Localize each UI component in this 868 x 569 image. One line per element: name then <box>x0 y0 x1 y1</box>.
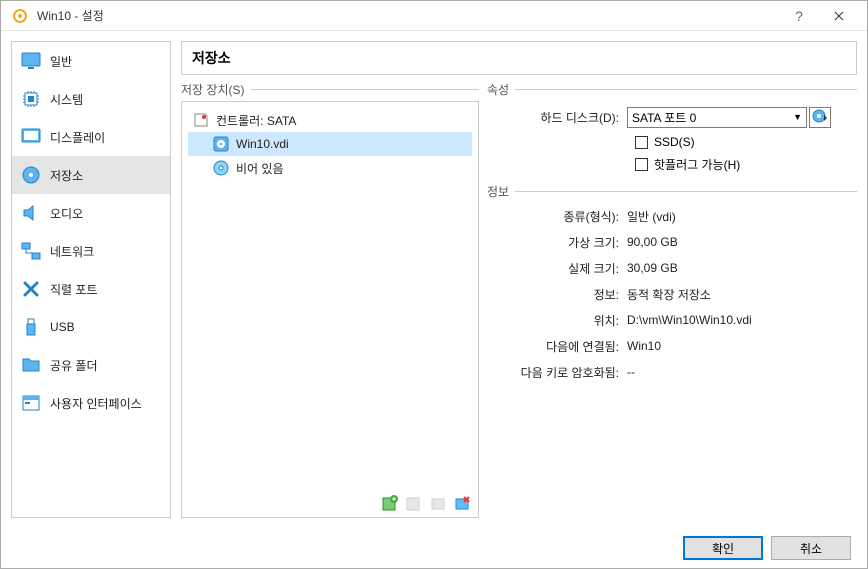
sidebar-item-network[interactable]: 네트워크 <box>12 232 170 270</box>
panel-header-attrs: 속성 <box>487 81 857 97</box>
storage-toolbar <box>380 493 472 513</box>
chip-icon <box>20 89 42 109</box>
sidebar-item-ui[interactable]: 사용자 인터페이스 <box>12 384 170 422</box>
cd-icon <box>212 159 230 177</box>
realsize-value: 30,09 GB <box>627 261 857 275</box>
content-area: 일반 시스템 디스플레이 저장소 오디오 네트워크 직렬 포트 USB <box>1 31 867 528</box>
info-section-header: 정보 <box>487 183 857 200</box>
sidebar-item-label: 오디오 <box>50 205 83 222</box>
close-button[interactable] <box>819 2 859 30</box>
type-value: 일반 (vdi) <box>627 208 857 225</box>
hotplug-label: 핫플러그 가능(H) <box>654 156 740 173</box>
remove-attachment-button[interactable] <box>452 493 472 513</box>
sidebar-item-audio[interactable]: 오디오 <box>12 194 170 232</box>
screen-icon <box>20 127 42 147</box>
attached-value: Win10 <box>627 339 857 353</box>
monitor-icon <box>20 51 42 71</box>
disk-chooser-button[interactable] <box>809 107 831 128</box>
main-panel: 저장소 저장 장치(S) 컨트롤러: SATA Win10.vdi <box>181 41 857 518</box>
select-value: SATA 포트 0 <box>632 109 696 126</box>
panel-header-label: 저장 장치(S) <box>181 83 251 97</box>
storage-devices-panel: 저장 장치(S) 컨트롤러: SATA Win10.vdi 비어 있음 <box>181 81 479 518</box>
hotplug-checkbox[interactable] <box>635 158 648 171</box>
network-icon <box>20 241 42 261</box>
hdd-icon <box>212 135 230 153</box>
loc-label: 위치: <box>487 312 627 329</box>
sidebar-item-general[interactable]: 일반 <box>12 42 170 80</box>
attached-label: 다음에 연결됨: <box>487 338 627 355</box>
sidebar-item-label: 저장소 <box>50 167 83 184</box>
loc-value: D:\vm\Win10\Win10.vdi <box>627 313 857 327</box>
info-value: 동적 확장 저장소 <box>627 286 857 303</box>
panel-header-label: 속성 <box>487 83 515 97</box>
tree-label: 비어 있음 <box>236 160 284 177</box>
sidebar-item-label: 디스플레이 <box>50 129 105 146</box>
encrypted-value: -- <box>627 365 857 379</box>
attributes-panel: 속성 하드 디스크(D): SATA 포트 0 ▼ <box>487 81 857 518</box>
tree-empty-row[interactable]: 비어 있음 <box>188 156 472 180</box>
serial-icon <box>20 279 42 299</box>
sidebar-item-shared[interactable]: 공유 폴더 <box>12 346 170 384</box>
folder-icon <box>20 355 42 375</box>
ssd-label: SSD(S) <box>654 135 695 149</box>
tree-controller-row[interactable]: 컨트롤러: SATA <box>188 108 472 132</box>
sidebar-item-label: 직렬 포트 <box>50 281 98 298</box>
sata-controller-icon <box>192 111 210 129</box>
virtsize-value: 90,00 GB <box>627 235 857 249</box>
tree-label: Win10.vdi <box>236 137 289 151</box>
panel-header-devices: 저장 장치(S) <box>181 81 479 97</box>
titlebar: Win10 - 설정 ? <box>1 1 867 31</box>
virtsize-label: 가상 크기: <box>487 234 627 251</box>
usb-icon <box>20 317 42 337</box>
sidebar-item-serial[interactable]: 직렬 포트 <box>12 270 170 308</box>
category-sidebar: 일반 시스템 디스플레이 저장소 오디오 네트워크 직렬 포트 USB <box>11 41 171 518</box>
sidebar-item-label: 일반 <box>50 53 72 70</box>
speaker-icon <box>20 203 42 223</box>
realsize-label: 실제 크기: <box>487 260 627 277</box>
remove-controller-button[interactable] <box>404 493 424 513</box>
button-label: 취소 <box>800 540 822 557</box>
ui-icon <box>20 393 42 413</box>
add-controller-button[interactable] <box>380 493 400 513</box>
ok-button[interactable]: 확인 <box>683 536 763 560</box>
info-label: 정보: <box>487 286 627 303</box>
dialog-footer: 확인 취소 <box>1 528 867 568</box>
page-title: 저장소 <box>181 41 857 75</box>
sidebar-item-system[interactable]: 시스템 <box>12 80 170 118</box>
tree-label: 컨트롤러: SATA <box>216 112 296 129</box>
section-label: 정보 <box>487 185 515 199</box>
sidebar-item-storage[interactable]: 저장소 <box>12 156 170 194</box>
sidebar-item-display[interactable]: 디스플레이 <box>12 118 170 156</box>
disk-icon <box>20 165 42 185</box>
sidebar-item-label: USB <box>50 320 75 334</box>
tree-disk-row[interactable]: Win10.vdi <box>188 132 472 156</box>
app-icon <box>9 6 31 26</box>
sidebar-item-label: 네트워크 <box>50 243 94 260</box>
cancel-button[interactable]: 취소 <box>771 536 851 560</box>
button-label: 확인 <box>712 540 734 557</box>
hard-disk-port-select[interactable]: SATA 포트 0 ▼ <box>627 107 807 128</box>
window-title: Win10 - 설정 <box>37 7 104 24</box>
sidebar-item-usb[interactable]: USB <box>12 308 170 346</box>
add-attachment-button[interactable] <box>428 493 448 513</box>
help-button[interactable]: ? <box>779 2 819 30</box>
storage-tree[interactable]: 컨트롤러: SATA Win10.vdi 비어 있음 <box>181 101 479 518</box>
sidebar-item-label: 시스템 <box>50 91 83 108</box>
hard-disk-label: 하드 디스크(D): <box>487 109 627 126</box>
ssd-checkbox[interactable] <box>635 136 648 149</box>
sidebar-item-label: 공유 폴더 <box>50 357 98 374</box>
chevron-down-icon: ▼ <box>793 112 802 122</box>
encrypted-label: 다음 키로 암호화됨: <box>487 364 627 381</box>
type-label: 종류(형식): <box>487 208 627 225</box>
sidebar-item-label: 사용자 인터페이스 <box>50 395 142 412</box>
